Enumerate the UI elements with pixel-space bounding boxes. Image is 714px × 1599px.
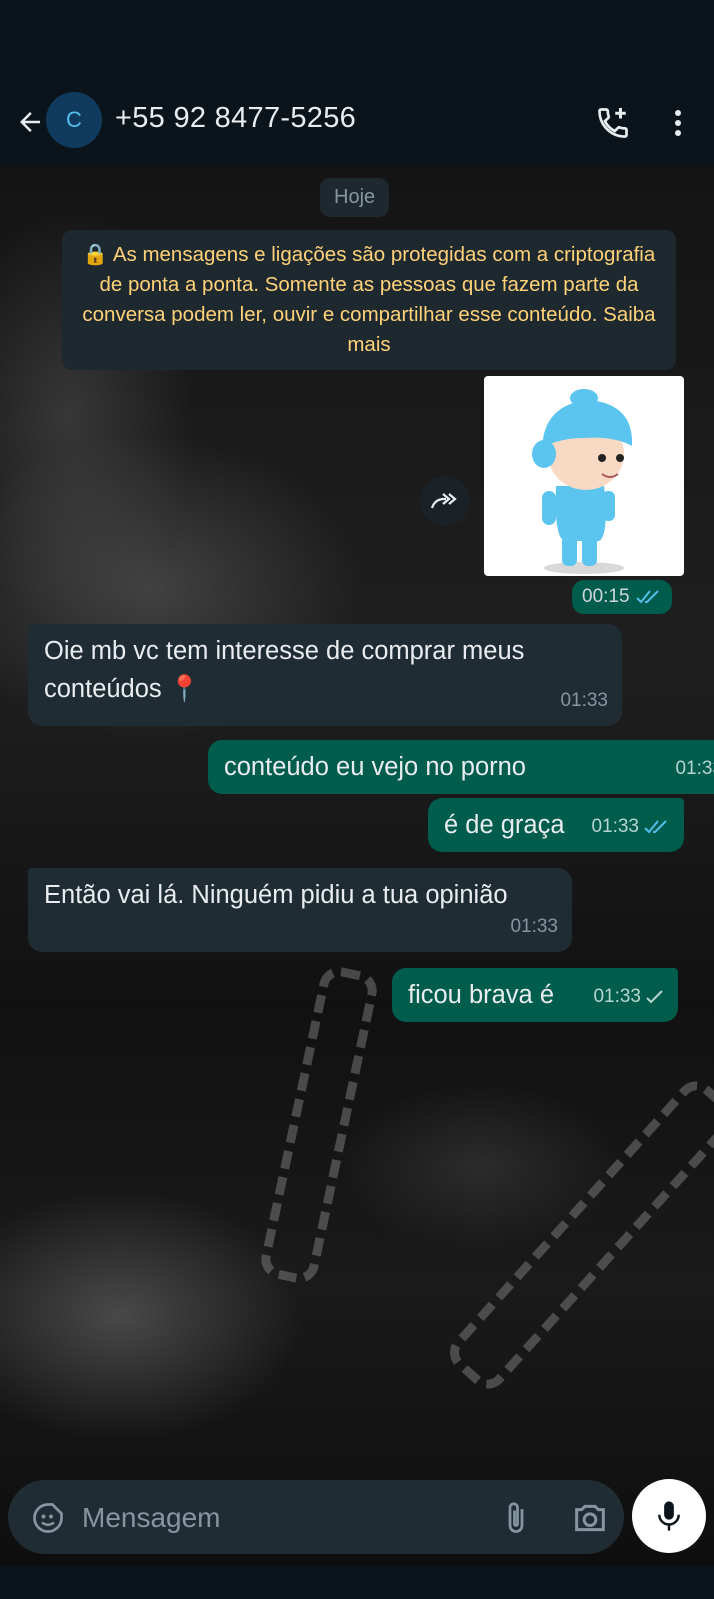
- status-bar: [0, 0, 714, 80]
- message-meta: 01:33: [675, 750, 714, 788]
- wallpaper-decoration: [257, 963, 381, 1287]
- message-time: 01:33: [593, 986, 641, 1007]
- message-meta: 01:33: [560, 682, 608, 720]
- single-check-sent-icon: [646, 990, 663, 1004]
- sticker-icon[interactable]: [30, 1500, 66, 1536]
- double-check-read-icon: [635, 590, 659, 604]
- forward-icon: [430, 493, 457, 509]
- add-call-icon: [598, 108, 628, 138]
- wallpaper-decoration: [441, 1073, 714, 1397]
- message-meta: 01:33: [510, 908, 558, 946]
- incoming-message[interactable]: Oie mb vc tem interesse de comprar meus …: [28, 624, 622, 726]
- contact-name[interactable]: +55 92 8477-5256: [115, 102, 356, 135]
- add-call-button[interactable]: [588, 98, 638, 148]
- message-meta: 01:33: [591, 808, 670, 846]
- message-time: 01:33: [560, 690, 608, 711]
- forward-button[interactable]: [420, 476, 470, 526]
- double-check-read-icon: [644, 820, 667, 834]
- camera-icon[interactable]: [570, 1498, 610, 1538]
- message-text: Então vai lá. Ninguém pidiu a tua opiniã…: [44, 881, 508, 909]
- message-time: 01:33: [591, 816, 639, 837]
- image-message-meta: 00:15: [572, 580, 672, 614]
- message-text: Oie mb vc tem interesse de comprar meus …: [44, 637, 525, 703]
- message-text: é de graça: [444, 811, 565, 839]
- message-time: 01:33: [675, 758, 714, 779]
- cartoon-character-image: [532, 389, 633, 574]
- date-chip: Hoje: [320, 178, 390, 217]
- more-options-button[interactable]: [660, 98, 696, 148]
- outgoing-message[interactable]: conteúdo eu vejo no porno 01:33: [208, 740, 714, 794]
- more-vert-icon: [675, 110, 681, 136]
- voice-message-button[interactable]: [632, 1479, 706, 1553]
- chat-header: C +55 92 8477-5256: [0, 80, 714, 166]
- message-meta: 01:33: [593, 978, 664, 1016]
- encryption-notice[interactable]: 🔒 As mensagens e ligações são protegidas…: [62, 230, 676, 370]
- message-composer: [8, 1480, 624, 1554]
- message-text: ficou brava é: [408, 981, 555, 1009]
- chat-area[interactable]: Hoje 🔒 As mensagens e ligações são prote…: [0, 166, 714, 1566]
- message-time: 01:33: [510, 916, 558, 937]
- message-input[interactable]: [80, 1496, 484, 1540]
- message-time: 00:15: [582, 586, 630, 607]
- outgoing-message[interactable]: é de graça 01:33: [428, 798, 684, 852]
- incoming-message[interactable]: Então vai lá. Ninguém pidiu a tua opiniã…: [28, 868, 572, 952]
- system-navigation-bar: [0, 1566, 714, 1599]
- message-text: conteúdo eu vejo no porno: [224, 753, 526, 781]
- image-message[interactable]: [484, 376, 684, 576]
- mic-icon: [658, 1501, 680, 1531]
- avatar[interactable]: C: [46, 92, 102, 148]
- attach-icon[interactable]: [498, 1498, 534, 1538]
- whatsapp-chat-screen: C +55 92 8477-5256 Hoje 🔒 As mensagens e…: [0, 0, 714, 1599]
- outgoing-message[interactable]: ficou brava é 01:33: [392, 968, 678, 1022]
- back-arrow-icon: [20, 112, 40, 132]
